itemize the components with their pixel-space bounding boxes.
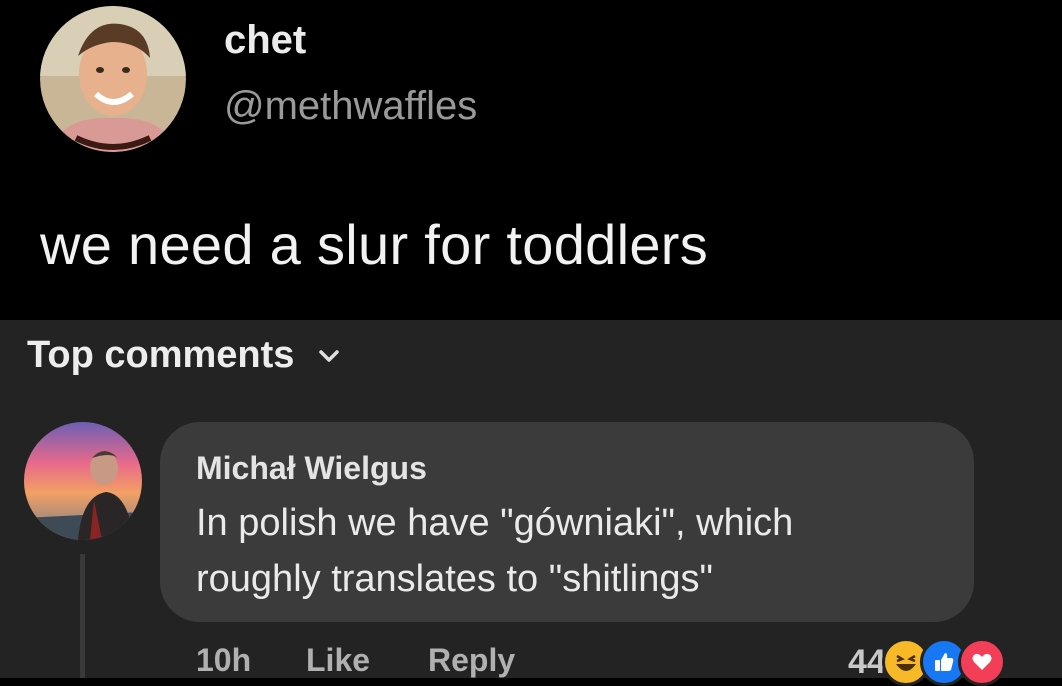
sort-dropdown[interactable]: Top comments bbox=[27, 334, 340, 377]
comment-text-line: roughly translates to "shitlings" bbox=[196, 558, 714, 600]
reply-button[interactable]: Reply bbox=[428, 642, 515, 679]
author-avatar[interactable] bbox=[40, 6, 186, 152]
thread-line bbox=[80, 554, 85, 678]
chevron-down-icon bbox=[318, 349, 340, 368]
comment-text-line: In polish we have "gówniaki", which bbox=[196, 502, 794, 544]
comments-section: Top comments Michał Wielgus In polish we… bbox=[0, 320, 1062, 686]
commenter-avatar[interactable] bbox=[24, 422, 142, 540]
sort-label: Top comments bbox=[27, 334, 295, 376]
like-button[interactable]: Like bbox=[306, 642, 370, 679]
comment-bubble: Michał Wielgus In polish we have "gównia… bbox=[160, 422, 974, 622]
love-icon bbox=[957, 638, 1006, 686]
commenter-name[interactable]: Michał Wielgus bbox=[196, 450, 427, 487]
tweet-text: we need a slur for toddlers bbox=[40, 213, 709, 276]
reaction-summary[interactable]: 44 bbox=[848, 638, 1006, 686]
comment-timestamp[interactable]: 10h bbox=[196, 642, 251, 679]
author-handle[interactable]: @methwaffles bbox=[224, 84, 477, 129]
reaction-count: 44 bbox=[848, 642, 886, 681]
tweet-card: chet @methwaffles we need a slur for tod… bbox=[0, 0, 1062, 320]
author-name[interactable]: chet bbox=[224, 18, 306, 63]
